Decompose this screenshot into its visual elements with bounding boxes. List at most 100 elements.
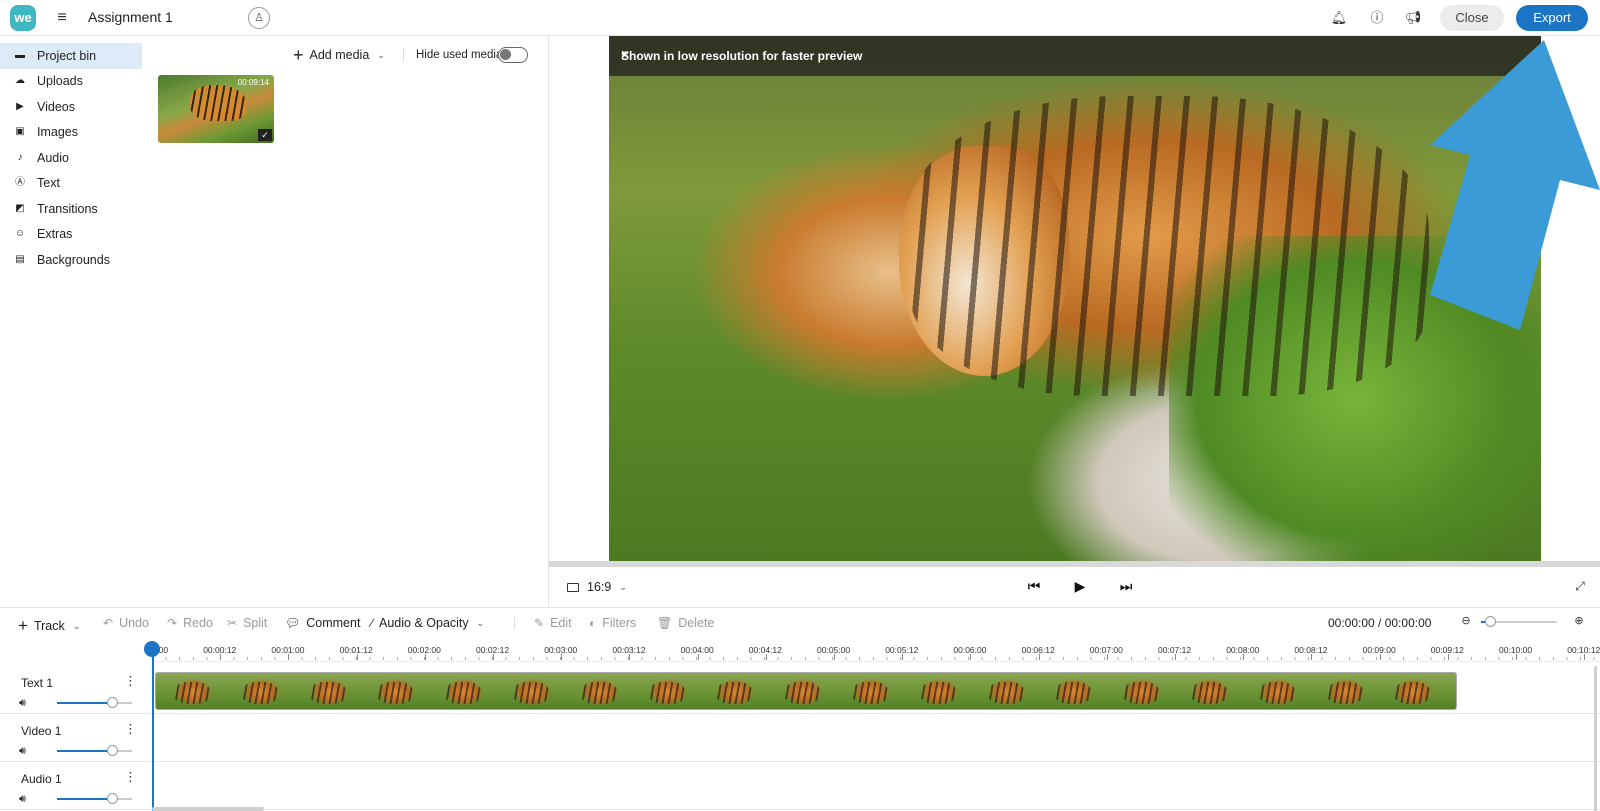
timecode-display: 00:00:00 / 00:00:00 <box>1328 616 1432 630</box>
text-icon: Ⓐ <box>15 177 25 189</box>
nav-item-transitions[interactable]: ◩ Transitions <box>0 196 142 222</box>
volume-slider[interactable] <box>57 745 132 756</box>
clip-frame <box>1240 673 1309 709</box>
chevron-down-icon: ⌄ <box>476 617 485 628</box>
more-options-icon[interactable]: ⋮ <box>124 769 137 785</box>
audio-opacity-button[interactable]: ⁄ Audio & Opacity ⌄ <box>371 616 484 630</box>
redo-button[interactable]: ↷ Redo <box>167 616 213 630</box>
play-icon[interactable]: ▶︎ <box>1070 576 1090 596</box>
aspect-ratio-select[interactable]: 16:9 ⌄ <box>567 580 627 594</box>
close-button[interactable]: Close <box>1440 5 1504 31</box>
ruler-tick <box>629 654 631 660</box>
comment-button[interactable]: 💬︎ Comment <box>285 616 360 630</box>
nav-item-extras[interactable]: ☺ Extras <box>0 222 142 248</box>
thumbnail-duration: 00:09:14 <box>237 78 269 87</box>
skip-to-end-icon[interactable]: ⏭︎ <box>1116 576 1136 596</box>
export-button[interactable]: Export <box>1516 5 1588 31</box>
ruler-tick <box>834 654 835 660</box>
split-label: Split <box>243 616 268 630</box>
playhead-handle[interactable] <box>144 641 160 657</box>
nav-item-backgrounds[interactable]: ▤ Backgrounds <box>0 247 142 273</box>
undo-button[interactable]: ↶ Undo <box>103 616 149 630</box>
app-logo[interactable]: we <box>10 5 36 31</box>
fullscreen-icon[interactable]: ⤢ <box>1572 578 1588 594</box>
nav-label: Images <box>37 125 78 140</box>
volume-icon[interactable]: 🔊︎ <box>19 793 26 806</box>
smiley-icon: ☺ <box>14 228 26 240</box>
nav-label: Project bin <box>37 48 97 63</box>
toggle-knob <box>500 49 511 60</box>
clip-frame <box>901 673 970 709</box>
megaphone-icon[interactable]: 📢︎ <box>1404 9 1422 27</box>
add-track-button[interactable]: + Track ⌄ <box>18 616 80 636</box>
clip-frame <box>1037 673 1106 709</box>
zoom-out-icon[interactable]: ⊖ <box>1459 614 1473 628</box>
edit-button[interactable]: ✎ Edit <box>534 616 572 630</box>
more-options-icon[interactable]: ⋮ <box>124 673 137 689</box>
nav-item-text[interactable]: Ⓐ Text <box>0 171 142 197</box>
video-clip-tiger[interactable] <box>155 672 1457 710</box>
hide-used-media-toggle[interactable] <box>498 47 528 63</box>
nav-item-videos[interactable]: ▶ Videos <box>0 94 142 120</box>
nav-item-uploads[interactable]: ☁ Uploads <box>0 69 142 95</box>
archive-icon: ▬ <box>15 49 25 61</box>
split-button[interactable]: ✂ Split <box>227 616 267 630</box>
nav-item-project-bin[interactable]: ▬ Project bin <box>0 43 142 69</box>
volume-slider-handle[interactable] <box>106 793 118 804</box>
zoom-slider-handle[interactable] <box>1484 616 1496 627</box>
undo-icon: ↶ <box>103 616 114 630</box>
preview-progress-bar[interactable] <box>549 561 1600 567</box>
track-header-video-1: Video 1 ⋮ 🔊︎ <box>0 714 151 762</box>
chevron-down-icon: ⌄ <box>377 49 385 60</box>
video-preview[interactable]: Shown in low resolution for faster previ… <box>609 36 1541 561</box>
track-label: Track <box>33 619 65 633</box>
video-icon: ▶ <box>16 100 24 112</box>
volume-icon[interactable]: 🔊︎ <box>19 745 26 758</box>
volume-icon[interactable]: 🔊︎ <box>19 697 26 710</box>
filters-button[interactable]: ◐ Filters <box>589 616 636 630</box>
help-icon[interactable]: ⓘ <box>1368 9 1386 27</box>
track-name[interactable]: Audio 1 <box>21 772 62 786</box>
nav-label: Uploads <box>37 74 83 89</box>
playhead-line <box>152 648 154 811</box>
track-lane-video-1[interactable] <box>151 714 1600 762</box>
nav-item-audio[interactable]: ♪ Audio <box>0 145 142 171</box>
hamburger-menu-icon[interactable]: ≡ <box>54 8 70 28</box>
top-bar: we ≡ Assignment 1 ♙ 🔔︎ ⓘ 📢︎ Close Export <box>0 0 1600 36</box>
close-banner-icon[interactable]: × <box>621 46 1531 62</box>
project-title[interactable]: Assignment 1 <box>88 9 173 25</box>
clip-frame <box>766 673 835 709</box>
horizontal-scrollbar[interactable] <box>152 807 264 811</box>
clip-frame <box>156 673 224 709</box>
track-lane-audio-1[interactable] <box>151 762 1600 810</box>
bell-icon[interactable]: 🔔︎ <box>1330 9 1348 27</box>
clip-frame <box>291 673 360 709</box>
timeline-ruler[interactable]: 00:00:0000:00:1200:01:0000:01:1200:02:00… <box>152 640 1600 662</box>
media-thumbnail-tiger[interactable]: 00:09:14 ✓ <box>158 75 274 143</box>
zoom-in-icon[interactable]: ⊕ <box>1572 614 1586 628</box>
check-icon: ✓ <box>258 129 272 141</box>
share-collaborate-icon[interactable]: ♙ <box>248 7 270 29</box>
volume-slider[interactable] <box>57 697 132 708</box>
scissors-icon: ✂ <box>227 616 238 630</box>
ruler-tick <box>561 654 563 660</box>
volume-slider[interactable] <box>57 793 132 804</box>
clip-frame <box>359 673 428 709</box>
clip-frame <box>427 673 496 709</box>
add-media-button[interactable]: + Add media ⌄ <box>293 46 385 64</box>
volume-slider-handle[interactable] <box>106 697 118 708</box>
vertical-scrollbar[interactable] <box>1594 666 1597 811</box>
ruler-tick <box>1106 654 1108 660</box>
volume-slider-handle[interactable] <box>106 745 118 756</box>
ruler-tick <box>356 654 358 660</box>
track-name[interactable]: Text 1 <box>21 676 53 690</box>
nav-item-images[interactable]: ▣ Images <box>0 120 142 146</box>
delete-button[interactable]: 🗑︎ Delete <box>657 616 714 630</box>
track-name[interactable]: Video 1 <box>21 724 61 738</box>
volume-fill <box>57 702 112 704</box>
hide-used-media-label: Hide used media <box>416 49 503 61</box>
clip-frame <box>223 673 292 709</box>
skip-to-start-icon[interactable]: ⏮︎ <box>1024 576 1044 596</box>
zoom-slider[interactable] <box>1481 616 1557 627</box>
more-options-icon[interactable]: ⋮ <box>124 721 137 737</box>
